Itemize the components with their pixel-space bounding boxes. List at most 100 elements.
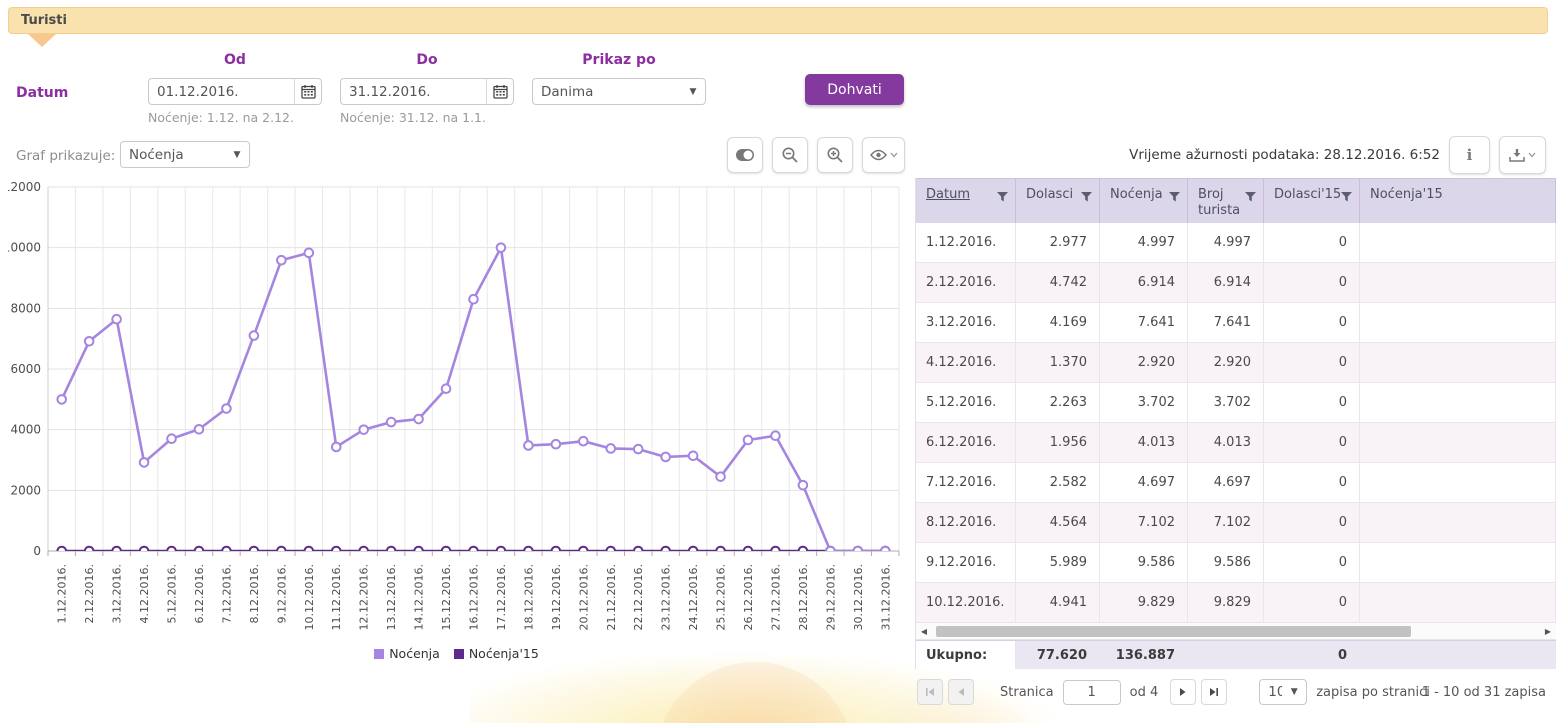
column-header-broj-turista[interactable]: Broj turista: [1188, 179, 1264, 223]
chart-series-select[interactable]: Noćenja ▼: [120, 141, 250, 168]
totals-cell: 77.620: [1016, 641, 1100, 669]
table-cell: 4.169: [1016, 303, 1100, 343]
prikaz-po-value: Danima: [533, 84, 681, 100]
filter-icon[interactable]: [1341, 192, 1352, 202]
table-row[interactable]: 10.12.2016.4.9419.8299.8290: [916, 583, 1556, 623]
export-button[interactable]: [1499, 136, 1546, 174]
table-cell: 8.12.2016.: [916, 503, 1016, 543]
date-from-input[interactable]: [149, 79, 294, 104]
page-size-select[interactable]: 10 ▼: [1259, 679, 1307, 705]
toggle-view-button[interactable]: [727, 137, 763, 173]
module-tab-bar: Turisti: [8, 7, 1548, 34]
table-cell: [1360, 223, 1556, 263]
date-to-input[interactable]: [341, 79, 486, 104]
table-cell: 0: [1264, 543, 1360, 583]
svg-text:21.12.2016.: 21.12.2016.: [605, 564, 618, 630]
zoom-in-button[interactable]: [817, 137, 853, 173]
first-page-button[interactable]: [917, 679, 943, 705]
graf-prikazuje-label: Graf prikazuje:: [16, 148, 115, 164]
table-cell: 5.12.2016.: [916, 383, 1016, 423]
table-cell: [1360, 583, 1556, 623]
svg-text:10000: 10000: [8, 241, 41, 255]
svg-text:19.12.2016.: 19.12.2016.: [550, 564, 563, 630]
legend-swatch: [374, 649, 384, 659]
calendar-icon[interactable]: [486, 79, 513, 104]
svg-text:5.12.2016.: 5.12.2016.: [166, 564, 179, 623]
column-header-datum[interactable]: Datum: [916, 179, 1016, 223]
data-grid: DatumDolasciNoćenjaBroj turistaDolasci'1…: [915, 178, 1556, 669]
svg-text:8000: 8000: [10, 301, 41, 315]
totals-cell: 136.887: [1100, 641, 1188, 669]
zoom-out-button[interactable]: [772, 137, 808, 173]
table-row[interactable]: 2.12.2016.4.7426.9146.9140: [916, 263, 1556, 303]
scrollbar-thumb[interactable]: [936, 626, 1411, 637]
svg-text:12000: 12000: [8, 180, 41, 194]
legend-item[interactable]: Noćenja'15: [454, 646, 539, 661]
table-cell: 1.370: [1016, 343, 1100, 383]
totals-cell: [1188, 641, 1264, 669]
next-page-button[interactable]: [1170, 679, 1196, 705]
pager: Stranica od 4 10 ▼ zapisa po stranici 1 …: [915, 676, 1556, 708]
info-icon: i: [1467, 146, 1473, 164]
svg-text:28.12.2016.: 28.12.2016.: [797, 564, 810, 630]
filter-icon[interactable]: [997, 192, 1008, 202]
horizontal-scrollbar[interactable]: ◀ ▶: [916, 623, 1556, 640]
table-cell: 0: [1264, 383, 1360, 423]
svg-text:1.12.2016.: 1.12.2016.: [56, 564, 69, 623]
column-header-no-enja-15[interactable]: Noćenja'15: [1360, 179, 1556, 223]
table-cell: 2.12.2016.: [916, 263, 1016, 303]
legend-item[interactable]: Noćenja: [374, 646, 440, 661]
svg-text:31.12.2016.: 31.12.2016.: [879, 564, 892, 630]
series-visibility-button[interactable]: [862, 137, 905, 173]
filter-icon[interactable]: [1081, 192, 1092, 202]
filter-icon[interactable]: [1245, 192, 1256, 202]
record-range-label: 1 - 10 od 31 zapisa: [1422, 685, 1546, 700]
chart-series-value: Noćenja: [121, 147, 225, 163]
svg-text:2.12.2016.: 2.12.2016.: [83, 564, 96, 623]
prikaz-po-select[interactable]: Danima ▼: [532, 78, 706, 105]
svg-text:10.12.2016.: 10.12.2016.: [303, 564, 316, 630]
table-row[interactable]: 4.12.2016.1.3702.9202.9200: [916, 343, 1556, 383]
calendar-icon[interactable]: [294, 79, 321, 104]
table-row[interactable]: 8.12.2016.4.5647.1027.1020: [916, 503, 1556, 543]
scrollbar-track[interactable]: [932, 625, 1540, 638]
scroll-left-icon[interactable]: ◀: [916, 627, 932, 636]
date-from-hint: Noćenje: 1.12. na 2.12.: [148, 110, 294, 125]
table-cell: 0: [1264, 263, 1360, 303]
table-row[interactable]: 1.12.2016.2.9774.9974.9970: [916, 223, 1556, 263]
table-cell: 0: [1264, 223, 1360, 263]
page-number-input[interactable]: [1063, 680, 1121, 705]
module-tab-title[interactable]: Turisti: [21, 13, 67, 28]
svg-text:27.12.2016.: 27.12.2016.: [769, 564, 782, 630]
totals-cell: [1360, 641, 1556, 669]
column-header-dolasci[interactable]: Dolasci: [1016, 179, 1100, 223]
scroll-right-icon[interactable]: ▶: [1540, 627, 1556, 636]
table-cell: 4.941: [1016, 583, 1100, 623]
table-row[interactable]: 5.12.2016.2.2633.7023.7020: [916, 383, 1556, 423]
info-button[interactable]: i: [1449, 136, 1490, 174]
prev-page-button[interactable]: [948, 679, 974, 705]
table-row[interactable]: 3.12.2016.4.1697.6417.6410: [916, 303, 1556, 343]
svg-text:2000: 2000: [10, 483, 41, 497]
table-row[interactable]: 6.12.2016.1.9564.0134.0130: [916, 423, 1556, 463]
table-cell: 9.829: [1188, 583, 1264, 623]
filter-icon[interactable]: [1169, 192, 1180, 202]
svg-text:20.12.2016.: 20.12.2016.: [577, 564, 590, 630]
svg-text:30.12.2016.: 30.12.2016.: [852, 564, 865, 630]
do-column-label: Do: [340, 52, 514, 68]
table-row[interactable]: 7.12.2016.2.5824.6974.6970: [916, 463, 1556, 503]
table-cell: 0: [1264, 583, 1360, 623]
svg-text:13.12.2016.: 13.12.2016.: [385, 564, 398, 630]
dohvati-button[interactable]: Dohvati: [805, 74, 904, 105]
table-row[interactable]: 9.12.2016.5.9899.5869.5860: [916, 543, 1556, 583]
zoom-out-icon: [781, 146, 799, 164]
table-cell: 5.989: [1016, 543, 1100, 583]
column-header-dolasci-15[interactable]: Dolasci'15: [1264, 179, 1360, 223]
svg-text:4000: 4000: [10, 423, 41, 437]
table-cell: 1.12.2016.: [916, 223, 1016, 263]
table-cell: [1360, 343, 1556, 383]
prev-page-icon: [956, 687, 966, 697]
last-page-button[interactable]: [1201, 679, 1227, 705]
column-header-no-enja[interactable]: Noćenja: [1100, 179, 1188, 223]
legend-swatch: [454, 649, 464, 659]
